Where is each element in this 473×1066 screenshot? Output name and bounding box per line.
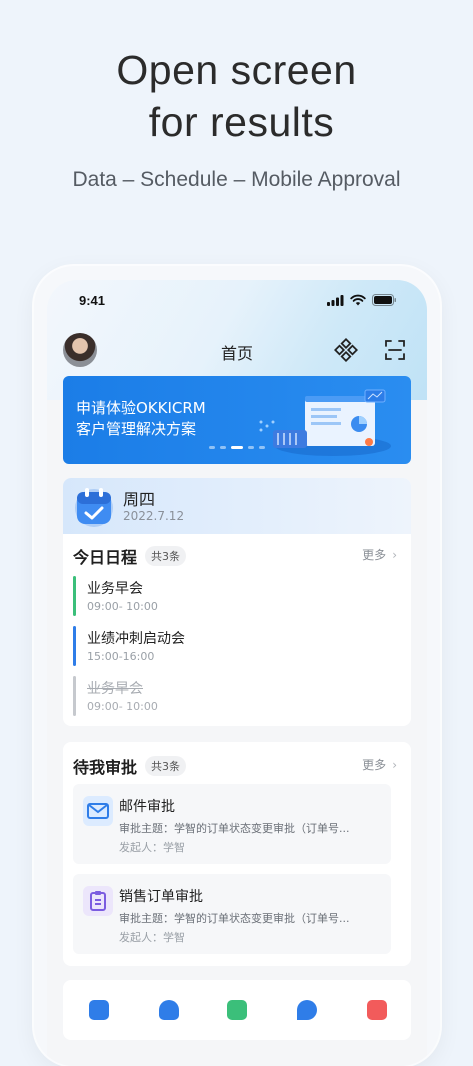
calendar-icon: [75, 488, 113, 527]
exchange-icon[interactable]: [227, 1000, 247, 1020]
schedule-color-bar: [73, 576, 76, 616]
battery-icon: [372, 294, 396, 306]
scan-icon[interactable]: [383, 338, 407, 362]
approval-item[interactable]: 邮件审批 审批主题：学智的订单状态变更审批（订单号... 发起人：学智: [73, 784, 391, 864]
schedule-item-title: 业务早会: [87, 681, 143, 697]
pager-dot: [220, 446, 226, 449]
banner-text: 申请体验OKKICRM 客户管理解决方案: [76, 398, 206, 440]
apps-icon[interactable]: [334, 338, 358, 362]
status-icons: [327, 294, 397, 306]
shopping-bag-icon[interactable]: [367, 1000, 387, 1020]
pager-dot-active: [231, 446, 243, 449]
approval-item-title: 销售订单审批: [119, 889, 203, 905]
status-bar: 9:41: [47, 280, 427, 320]
schedule-card: 周四 2022.7.12 今日日程 共3条 更多 › 业务早会 09:00- 10…: [63, 478, 411, 726]
schedule-item[interactable]: 业务早会 09:00- 10:00: [73, 576, 393, 618]
nav-bar: 首页: [47, 330, 427, 370]
headline-line-1: Open screen: [116, 47, 357, 93]
status-time: 9:41: [79, 293, 106, 308]
schedule-item-time: 09:00- 10:00: [87, 600, 158, 613]
banner-line-1: 申请体验OKKICRM: [76, 399, 206, 417]
chevron-right-icon: ›: [392, 548, 397, 562]
pager-dot: [259, 446, 265, 449]
approvals-count-badge: 共3条: [145, 756, 186, 776]
signal-icon: [327, 294, 344, 306]
schedule-more-link[interactable]: 更多 ›: [362, 546, 397, 563]
approval-item-initiator: 发起人：学智: [119, 841, 185, 854]
approval-item[interactable]: 销售订单审批 审批主题：学智的订单状态变更审批（订单号... 发起人：学智: [73, 874, 391, 954]
contact-icon[interactable]: [159, 1000, 179, 1020]
day-header: 周四 2022.7.12: [63, 478, 411, 534]
schedule-item-time: 09:00- 10:00: [87, 700, 158, 713]
schedule-title: 今日日程: [73, 548, 138, 567]
banner-pagination[interactable]: [209, 446, 265, 449]
date: 2022.7.12: [123, 509, 185, 523]
mail-icon: [83, 796, 113, 826]
schedule-item-time: 15:00-16:00: [87, 650, 155, 663]
promo-headline: Open screen for results: [0, 44, 473, 148]
quick-actions-card: [63, 980, 411, 1040]
schedule-item[interactable]: 业绩冲刺启动会 15:00-16:00: [73, 626, 393, 668]
customer-icon[interactable]: [89, 1000, 109, 1020]
schedule-item-title: 业绩冲刺启动会: [87, 631, 185, 647]
page-title: 首页: [220, 344, 253, 363]
approvals-card: 待我审批 共3条 更多 › 邮件审批 审批主题：学智的订单状态变更审批（订单号..…: [63, 742, 411, 966]
approvals-title: 待我审批: [73, 758, 138, 777]
schedule-more-label: 更多: [362, 548, 387, 562]
pager-dot: [248, 446, 254, 449]
chevron-right-icon: ›: [392, 758, 397, 772]
approval-item-subject: 审批主题：学智的订单状态变更审批（订单号...: [119, 912, 350, 925]
schedule-item-title: 业务早会: [87, 581, 143, 597]
approval-item-title: 邮件审批: [119, 799, 175, 815]
schedule-item-completed[interactable]: 业务早会 09:00- 10:00: [73, 676, 393, 718]
dashboard-illustration-icon: [259, 389, 391, 456]
headline-line-2: for results: [148, 99, 335, 145]
schedule-count-badge: 共3条: [145, 546, 186, 566]
schedule-color-bar: [73, 676, 76, 716]
promo-banner[interactable]: 申请体验OKKICRM 客户管理解决方案: [63, 376, 411, 464]
weekday: 周四: [123, 490, 156, 509]
phone-frame: 9:41 首页 申请体验OKKICRM 客户管理解决方案 周四 2022.7.1…: [34, 266, 440, 1066]
promo-subline: Data – Schedule – Mobile Approval: [72, 168, 401, 191]
wifi-icon: [350, 294, 366, 306]
approval-item-initiator: 发起人：学智: [119, 931, 185, 944]
pager-dot: [209, 446, 215, 449]
approvals-more-link[interactable]: 更多 ›: [362, 756, 397, 773]
phone-screen: 9:41 首页 申请体验OKKICRM 客户管理解决方案 周四 2022.7.1…: [47, 280, 427, 1066]
location-icon[interactable]: [297, 1000, 317, 1020]
approvals-more-label: 更多: [362, 758, 387, 772]
clipboard-icon: [83, 886, 113, 916]
banner-line-2: 客户管理解决方案: [76, 420, 197, 438]
approval-item-subject: 审批主题：学智的订单状态变更审批（订单号...: [119, 822, 350, 835]
schedule-color-bar: [73, 626, 76, 666]
